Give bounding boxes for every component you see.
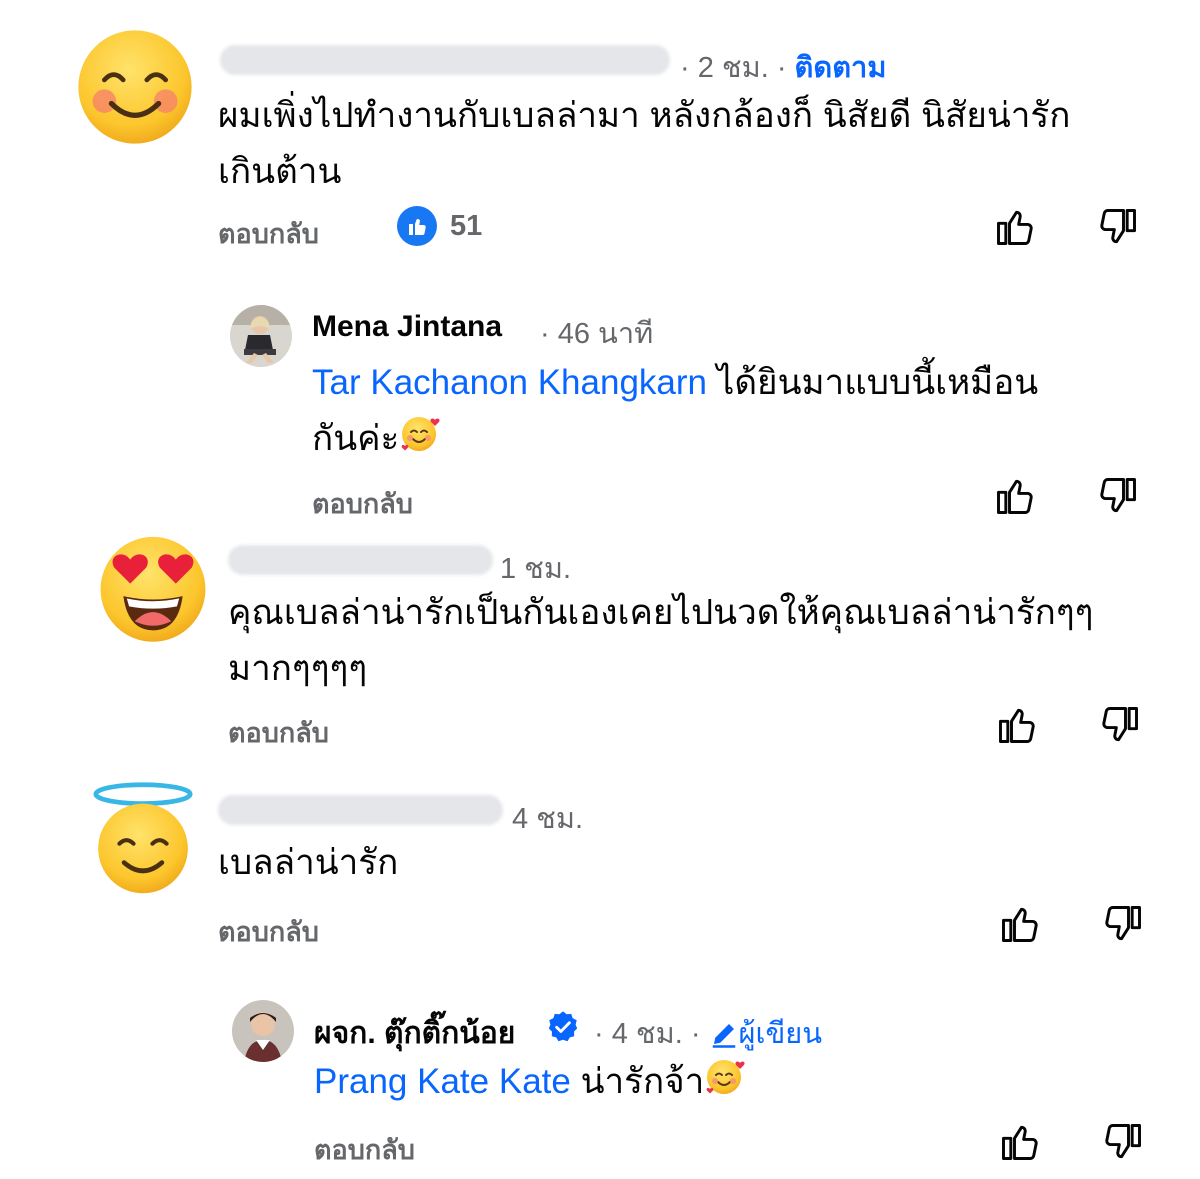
comment-meta: · 4 ชม. · ผู้เขียน xyxy=(594,1010,822,1056)
pencil-icon xyxy=(709,1019,739,1049)
thumbs-up-icon[interactable] xyxy=(998,902,1042,946)
comment-text: Tar Kachanon Khangkarn ได้ยินมาแบบนี้เหม… xyxy=(312,355,1152,467)
commenter-avatar[interactable] xyxy=(232,1000,294,1062)
comment-avatar[interactable] xyxy=(84,780,202,898)
comment-text: ผมเพิ่งไปทำงานกับเบลล่ามา หลังกล้องก็ นิ… xyxy=(218,88,1158,200)
comment-time: · 46 นาที xyxy=(540,318,654,350)
comment-text-line: เบลล่าน่ารัก xyxy=(218,843,399,882)
mention-link[interactable]: Prang Kate Kate xyxy=(314,1062,571,1101)
commenter-avatar[interactable] xyxy=(230,305,292,367)
thumbs-up-icon[interactable] xyxy=(993,474,1037,518)
thumbs-down-icon[interactable] xyxy=(1096,474,1140,518)
thumbs-up-icon[interactable] xyxy=(993,205,1037,249)
comment-text-part: น่ารักจ้า xyxy=(570,1062,705,1101)
reply-button[interactable]: ตอบกลับ xyxy=(312,482,413,525)
reply-button[interactable]: ตอบกลับ xyxy=(228,711,329,754)
thumbs-down-icon[interactable] xyxy=(1098,703,1142,747)
comment-text: คุณเบลล่าน่ารักเป็นกันเองเคยไปนวดให้คุณเ… xyxy=(228,585,1168,697)
comment-meta: · 2 ชม. · ติดตาม xyxy=(680,44,886,90)
reaction-count[interactable]: 51 xyxy=(450,210,482,243)
author-tag: ผู้เขียน xyxy=(709,1018,823,1050)
comment-text: Prang Kate Kate น่ารักจ้า xyxy=(314,1054,1154,1110)
smiling-blush-emoji-icon xyxy=(78,30,192,144)
thumbs-down-icon[interactable] xyxy=(1101,1120,1145,1164)
blurred-commenter-name[interactable] xyxy=(228,545,493,575)
thumbs-up-icon[interactable] xyxy=(995,703,1039,747)
thumbs-down-icon[interactable] xyxy=(1101,902,1145,946)
blurred-commenter-name[interactable] xyxy=(218,795,503,825)
comment-text-line: เกินต้าน xyxy=(218,152,342,191)
comment-text-line: คุณเบลล่าน่ารักเป็นกันเองเคยไปนวดให้คุณเ… xyxy=(228,593,1094,632)
comment-text: เบลล่าน่ารัก xyxy=(218,835,1158,891)
profile-photo-icon xyxy=(230,305,292,367)
commenter-name[interactable]: Mena Jintana xyxy=(312,310,502,344)
comment-avatar[interactable] xyxy=(76,28,194,146)
comment-text-part: กันค่ะ xyxy=(312,419,400,458)
comment-text-part: ได้ยินมาแบบนี้เหมือน xyxy=(707,363,1039,402)
smiling-face-with-hearts-icon xyxy=(399,412,443,456)
comment-text-line: Tar Kachanon Khangkarn ได้ยินมาแบบนี้เหม… xyxy=(312,355,1152,411)
verified-badge-icon xyxy=(546,1010,580,1044)
smiling-face-with-hearts-icon xyxy=(704,1055,748,1099)
comment-time: · 2 ชม. · xyxy=(680,52,787,84)
author-tag-label: ผู้เขียน xyxy=(738,1018,823,1050)
comment-text-line: Prang Kate Kate น่ารักจ้า xyxy=(314,1054,1154,1110)
thumbs-up-icon[interactable] xyxy=(998,1120,1042,1164)
comment-text-line: ผมเพิ่งไปทำงานกับเบลล่ามา หลังกล้องก็ นิ… xyxy=(218,96,1071,135)
like-reaction-icon[interactable] xyxy=(396,205,438,247)
comment-text-line: มากๆๆๆๆ xyxy=(228,649,368,688)
heart-eyes-emoji-icon xyxy=(100,536,206,642)
halo-emoji-icon xyxy=(93,782,193,894)
blurred-commenter-name[interactable] xyxy=(220,45,670,75)
reply-button[interactable]: ตอบกลับ xyxy=(218,212,319,255)
reply-button[interactable]: ตอบกลับ xyxy=(218,910,319,953)
comment-time: · 4 ชม. · xyxy=(594,1018,701,1050)
profile-photo-icon xyxy=(232,1000,294,1062)
comment-text-line: กันค่ะ xyxy=(312,411,1152,467)
thumbs-down-icon[interactable] xyxy=(1096,205,1140,249)
mention-link[interactable]: Tar Kachanon Khangkarn xyxy=(312,363,707,402)
comment-avatar[interactable] xyxy=(96,530,210,644)
follow-link[interactable]: ติดตาม xyxy=(795,52,887,84)
author-name[interactable]: ผจก. ตุ๊กติ๊กน้อย xyxy=(314,1010,515,1057)
reply-button[interactable]: ตอบกลับ xyxy=(314,1128,415,1171)
